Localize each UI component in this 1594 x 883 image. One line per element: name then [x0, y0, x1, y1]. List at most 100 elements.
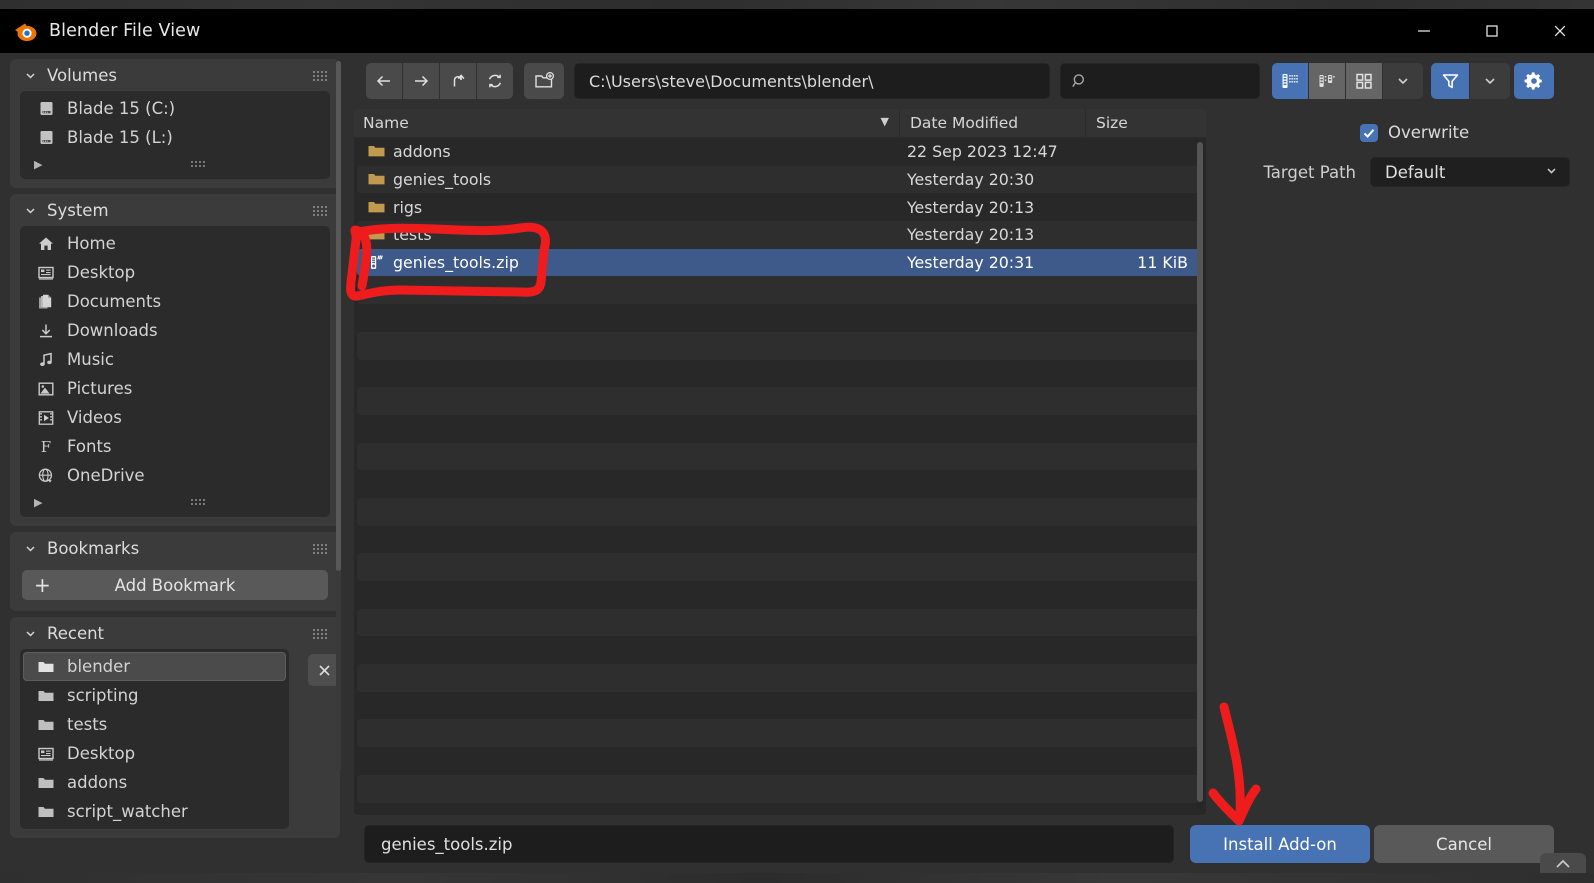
recent-item-desktop[interactable]: Desktop [23, 739, 286, 768]
panel-title: System [47, 200, 109, 220]
overwrite-row[interactable]: Overwrite [1360, 123, 1469, 142]
volumes-resize-row[interactable]: ▶ [20, 152, 330, 176]
settings-button[interactable] [1514, 63, 1554, 99]
sidebar-scrollbar[interactable] [336, 61, 341, 771]
file-list-scrollbar-thumb[interactable] [1197, 142, 1203, 802]
recent-item-tests[interactable]: tests [23, 710, 286, 739]
install-addon-button[interactable]: Install Add-on [1190, 825, 1370, 863]
table-row[interactable]: addons 22 Sep 2023 12:47 [357, 138, 1203, 166]
column-label: Size [1096, 114, 1128, 132]
funnel-filter-icon [1442, 73, 1458, 88]
recent-item-label: blender [67, 657, 131, 676]
sidebar-scrollbar-thumb[interactable] [336, 61, 341, 571]
grip-dots-icon[interactable] [312, 204, 328, 216]
grip-dots-icon[interactable] [312, 69, 328, 81]
back-button[interactable] [366, 63, 402, 99]
chevron-down-icon [24, 542, 37, 555]
download-icon [33, 322, 59, 340]
file-list-header: Name ▼ Date Modified Size [354, 109, 1206, 138]
recent-item-script-watcher[interactable]: script_watcher [23, 797, 286, 826]
table-row-empty [357, 387, 1203, 415]
table-row[interactable]: tests Yesterday 20:13 [357, 221, 1203, 249]
overwrite-checkbox[interactable] [1360, 123, 1378, 142]
grip-dots-icon[interactable] [312, 542, 328, 554]
sidebar-item-home[interactable]: Home [23, 229, 327, 258]
folder-icon [33, 658, 59, 676]
sidebar-item-label: OneDrive [67, 466, 145, 485]
sidebar-item-documents[interactable]: Documents [23, 287, 327, 316]
sidebar-item-fonts[interactable]: F Fonts [23, 432, 327, 461]
filename-input[interactable]: genies_tools.zip [364, 825, 1174, 863]
table-row-empty [357, 360, 1203, 388]
filter-dropdown-button[interactable] [1470, 63, 1510, 99]
new-folder-button[interactable] [524, 63, 564, 99]
panel-header-system[interactable]: System [10, 194, 340, 226]
grip-dots-icon[interactable] [189, 159, 206, 169]
recent-item-label: script_watcher [67, 802, 188, 821]
close-button[interactable] [1526, 9, 1594, 53]
search-input[interactable] [1060, 63, 1260, 99]
table-row[interactable]: genies_tools Yesterday 20:30 [357, 165, 1203, 194]
table-row-empty [357, 664, 1203, 692]
sidebar-item-blade15c[interactable]: Blade 15 (C:) [23, 94, 327, 123]
sidebar-item-music[interactable]: Music [23, 345, 327, 374]
refresh-button[interactable] [477, 63, 513, 99]
cell-name: addons [357, 142, 897, 161]
sidebar-item-blade15l[interactable]: Blade 15 (L:) [23, 123, 327, 152]
file-list-scrollbar[interactable] [1197, 142, 1203, 809]
recent-item-scripting[interactable]: scripting [23, 681, 286, 710]
column-header-size[interactable]: Size [1085, 109, 1205, 138]
sidebar-item-desktop[interactable]: Desktop [23, 258, 327, 287]
cancel-button[interactable]: Cancel [1374, 825, 1554, 863]
recent-item-addons[interactable]: addons [23, 768, 286, 797]
sidebar: Volumes Blade 15 (C:) Blade 15 (L:) ▶ Sy… [0, 53, 348, 873]
svg-text:F: F [41, 438, 51, 456]
overwrite-label: Overwrite [1388, 123, 1470, 142]
forward-button[interactable] [403, 63, 439, 99]
table-row-empty [357, 415, 1203, 443]
folder-icon [33, 774, 59, 792]
sidebar-item-pictures[interactable]: Pictures [23, 374, 327, 403]
chevron-down-icon [1485, 78, 1495, 85]
font-f-icon: F [33, 438, 59, 456]
filter-toggle-button[interactable] [1431, 63, 1469, 99]
folder-icon [33, 716, 59, 734]
recent-item-label: addons [67, 773, 128, 792]
column-header-name[interactable]: Name ▼ [354, 114, 899, 132]
chevron-down-icon [24, 69, 37, 82]
sidebar-item-videos[interactable]: Videos [23, 403, 327, 432]
folder-icon [364, 170, 388, 189]
grip-dots-icon[interactable] [189, 497, 206, 507]
panel-header-bookmarks[interactable]: Bookmarks [10, 532, 340, 564]
plus-icon: + [34, 573, 51, 597]
add-bookmark-button[interactable]: + Add Bookmark [22, 570, 328, 600]
sidebar-item-label: Blade 15 (L:) [67, 128, 173, 147]
navigation-button-group [366, 63, 513, 99]
vertical-list-view-button[interactable] [1272, 63, 1308, 99]
panel-header-recent[interactable]: Recent [10, 617, 340, 649]
minimize-button[interactable] [1390, 9, 1458, 53]
volumes-list: Blade 15 (C:) Blade 15 (L:) ▶ [20, 91, 330, 179]
window-title: Blender File View [49, 21, 201, 41]
parent-directory-button[interactable] [440, 63, 476, 99]
panel-header-volumes[interactable]: Volumes [10, 59, 340, 91]
column-header-date[interactable]: Date Modified [899, 109, 1085, 138]
file-browser: C:\Users\steve\Documents\blender\ Name ▼… [348, 53, 1594, 875]
sidebar-item-downloads[interactable]: Downloads [23, 316, 327, 345]
recent-item-blender[interactable]: blender [23, 652, 286, 681]
horizontal-list-view-button[interactable] [1309, 63, 1345, 99]
table-row-selected[interactable]: genies_tools.zip Yesterday 20:31 11 KiB [357, 248, 1203, 277]
view-mode-dropdown-button[interactable] [1383, 63, 1423, 99]
table-row-empty [357, 581, 1203, 609]
expand-corner-button[interactable] [1540, 853, 1586, 875]
system-resize-row[interactable]: ▶ [20, 490, 330, 514]
table-row[interactable]: rigs Yesterday 20:13 [357, 193, 1203, 221]
target-path-select[interactable]: Default [1370, 157, 1570, 187]
thumbnail-grid-view-button[interactable] [1346, 63, 1382, 99]
path-input[interactable]: C:\Users\steve\Documents\blender\ [574, 63, 1050, 99]
maximize-button[interactable] [1458, 9, 1526, 53]
sidebar-item-onedrive[interactable]: OneDrive [23, 461, 327, 490]
grip-dots-icon[interactable] [312, 627, 328, 639]
table-row-empty [357, 442, 1203, 471]
table-row-empty [357, 470, 1203, 498]
